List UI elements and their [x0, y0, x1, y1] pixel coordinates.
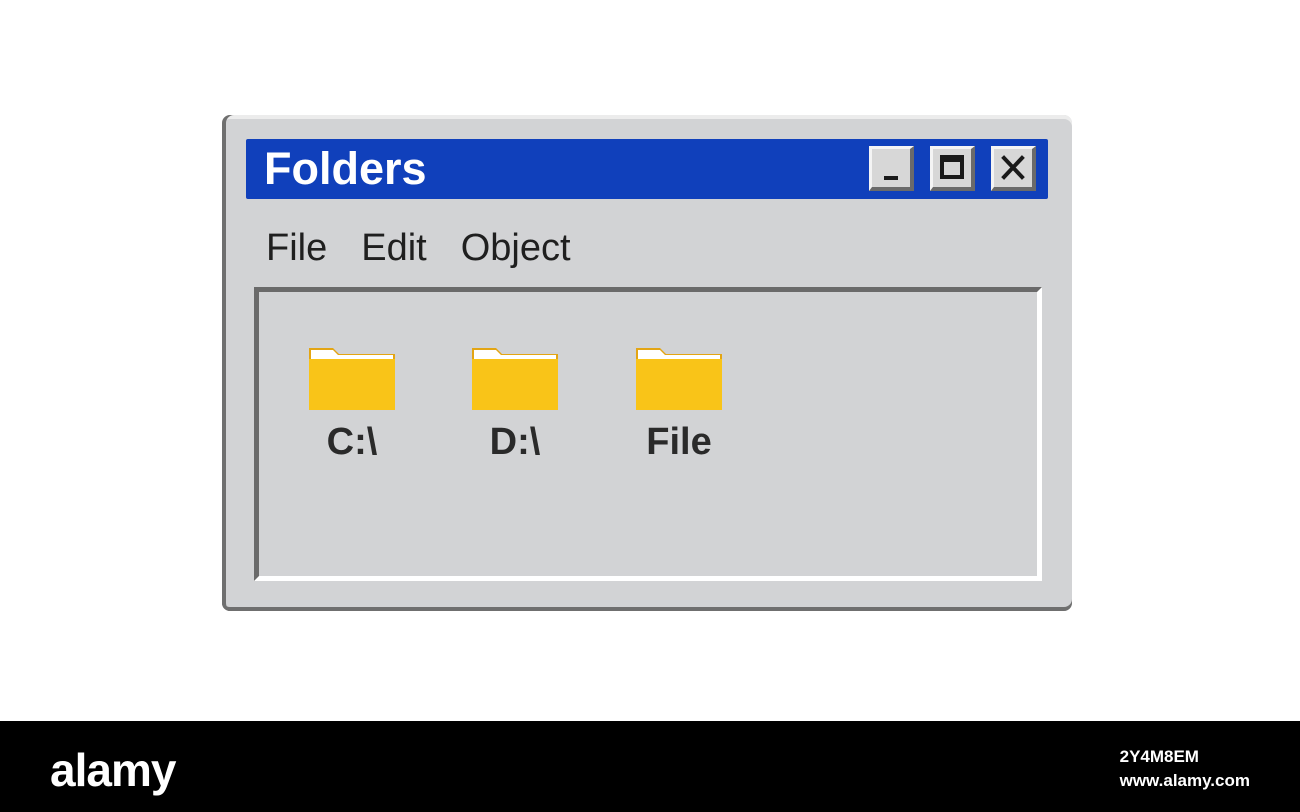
title-bar[interactable]: Folders [246, 139, 1048, 199]
folder-d-drive[interactable]: D:\ [460, 340, 570, 462]
folder-label: C:\ [326, 421, 378, 463]
image-id-code: 2Y4M8EM [1119, 747, 1199, 766]
window-title: Folders [264, 143, 427, 194]
image-id: 2Y4M8EM www.alamy.com [1120, 745, 1250, 793]
maximize-button[interactable] [930, 146, 975, 191]
folder-file[interactable]: File [624, 340, 734, 462]
minimize-button[interactable] [869, 146, 914, 191]
close-icon [1001, 155, 1025, 180]
folders-window: Folders File Edit Object C:\ D:\ File [222, 115, 1072, 611]
maximize-icon [940, 155, 964, 179]
minimize-icon [884, 176, 898, 180]
folder-c-drive[interactable]: C:\ [297, 340, 407, 462]
folder-icon [472, 348, 558, 410]
folder-label: File [646, 421, 712, 463]
folder-content-panel: C:\ D:\ File [254, 287, 1042, 581]
folder-label: D:\ [489, 421, 541, 463]
menu-object[interactable]: Object [461, 225, 571, 275]
image-url: www.alamy.com [1119, 771, 1250, 790]
brand-logo: alamy [50, 744, 176, 796]
close-button[interactable] [991, 146, 1036, 191]
watermark-bar: alamy 2Y4M8EM www.alamy.com [0, 721, 1300, 812]
folder-icon [636, 348, 722, 410]
menu-file[interactable]: File [266, 225, 327, 275]
menu-edit[interactable]: Edit [361, 225, 426, 275]
folder-icon [309, 348, 395, 410]
menu-bar: File Edit Object [266, 225, 571, 275]
